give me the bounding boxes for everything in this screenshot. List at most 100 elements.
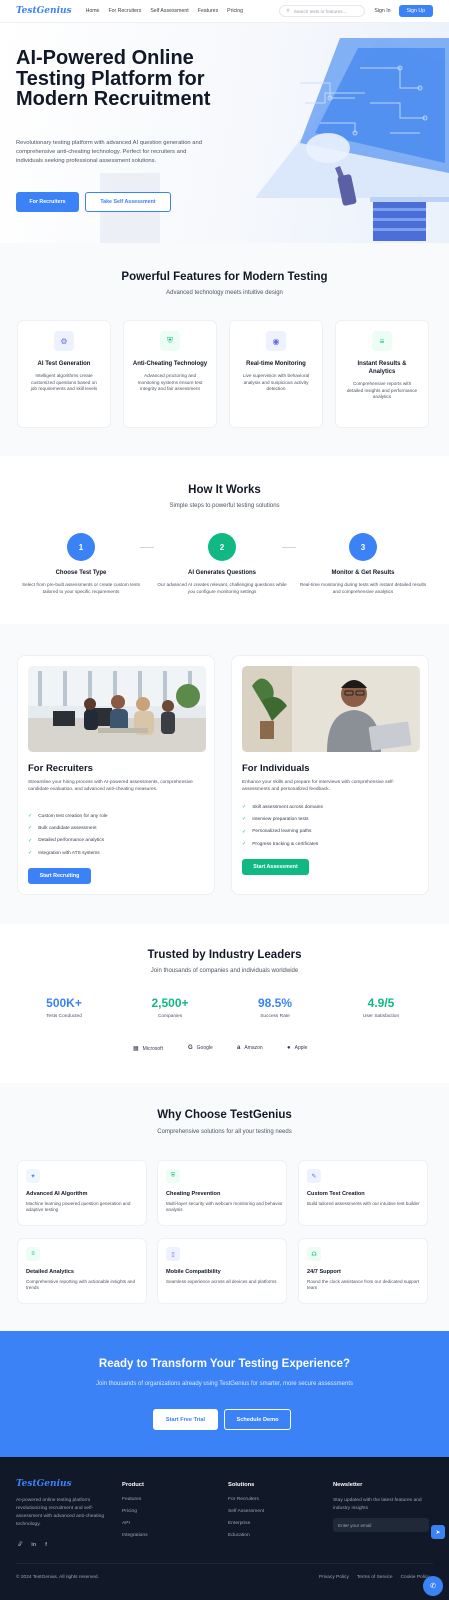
- copyright: © 2024 TestGenius. All rights reserved.: [16, 1575, 99, 1580]
- chart-icon: ≡: [372, 331, 392, 351]
- google-icon: G: [188, 1045, 193, 1051]
- how-title: How It Works: [188, 484, 261, 496]
- start-assessment-button[interactable]: Start Assessment: [242, 859, 309, 875]
- shield-icon: ⛨: [160, 331, 180, 351]
- step-description: Real-time monitoring during tests with i…: [299, 582, 427, 594]
- gear-icon: ⚙: [54, 331, 74, 351]
- chat-widget-button[interactable]: ✆: [423, 1576, 443, 1596]
- stat-label: User Satisfaction: [362, 1014, 400, 1019]
- hero-description: Revolutionary testing platform with adva…: [16, 140, 202, 164]
- recruiters-title: For Recruiters: [28, 763, 93, 774]
- microsoft-icon: ▦: [133, 1046, 139, 1052]
- stat-item: 500K+ Tests Conducted: [14, 996, 114, 1019]
- footer-link[interactable]: Education: [228, 1533, 264, 1545]
- nav-link-features[interactable]: Features: [198, 8, 218, 14]
- brand-label: Amazon: [244, 1045, 263, 1051]
- list-item: ✓ Integration with ATS systems: [28, 847, 108, 859]
- stat-item: 4.9/5 User Satisfaction: [331, 996, 431, 1019]
- pen-icon: ✎: [307, 1169, 321, 1183]
- brain-icon: ✦: [26, 1169, 40, 1183]
- facebook-icon[interactable]: f: [45, 1542, 47, 1549]
- nav-link-home[interactable]: Home: [86, 8, 100, 14]
- brand-microsoft: ▦ Microsoft: [133, 1045, 163, 1053]
- why-card: ✎ Custom Test Creation Build tailored asse…: [298, 1160, 428, 1226]
- newsletter-submit-button[interactable]: ➤: [431, 1525, 445, 1539]
- step-title: AI Generates Questions: [187, 570, 257, 576]
- feature-description: Live supervision with behavioral analysi…: [242, 373, 310, 391]
- logo[interactable]: TestGenius: [16, 6, 72, 16]
- search-icon: ⚲: [286, 8, 290, 13]
- brand-apple: ● Apple: [287, 1045, 307, 1051]
- feature-description: Comprehensive reports with detailed insi…: [346, 381, 418, 399]
- why-card-description: Build tailored assessments with our intu…: [307, 1201, 420, 1206]
- twitter-icon[interactable]: 𝒯: [18, 1542, 22, 1549]
- step-number: 1: [67, 533, 95, 561]
- hero-title: AI-Powered Online Testing Platform for M…: [16, 47, 211, 110]
- footer-about: AI-powered online testing platform revol…: [16, 1498, 105, 1527]
- nav-link-self-assessment[interactable]: Self Assessment: [150, 8, 188, 14]
- footer-link[interactable]: Integrations: [122, 1533, 148, 1545]
- recruiters-image: [28, 666, 206, 752]
- search-input[interactable]: ⚲ Search tests or features...: [279, 5, 366, 17]
- stat-value: 4.9/5: [367, 996, 395, 1010]
- list-item-label: Personalized learning paths: [252, 829, 312, 835]
- linkedin-icon[interactable]: in: [31, 1542, 36, 1549]
- list-item: ✓ Bulk candidate assessment: [28, 822, 108, 834]
- list-item-label: Custom test creation for any role: [38, 813, 108, 819]
- why-subtitle: Comprehensive solutions for all your tes…: [157, 1129, 292, 1135]
- footer-link[interactable]: Pricing: [122, 1509, 148, 1521]
- check-icon: ✓: [28, 813, 33, 820]
- nav-link-recruiters[interactable]: For Recruiters: [108, 8, 141, 14]
- why-card: ▯ Mobile Compatibility Seamless experience…: [157, 1238, 287, 1304]
- start-recruiting-button[interactable]: Start Recruiting: [28, 868, 91, 884]
- footer-link[interactable]: Features: [122, 1497, 148, 1509]
- nav-links: Home For Recruiters Self Assessment Feat…: [86, 8, 243, 14]
- why-card-title: 24/7 Support: [307, 1269, 341, 1275]
- why-card-description: Comprehensive reporting with actionable …: [26, 1279, 136, 1291]
- feature-card: ◉ Real-time Monitoring Live supervision wi…: [229, 320, 323, 428]
- solutions-heading: Solutions: [228, 1482, 255, 1488]
- feature-title: Real-time Monitoring: [246, 361, 306, 367]
- feature-card: ⛨ Anti-Cheating Technology Advanced procto…: [123, 320, 217, 428]
- start-trial-button[interactable]: Start Free Trial: [153, 1409, 218, 1430]
- trusted-subtitle: Join thousands of companies and individu…: [150, 968, 299, 974]
- brand-google: G Google: [188, 1045, 213, 1051]
- for-recruiters-button[interactable]: For Recruiters: [16, 192, 79, 212]
- step-number: 2: [208, 533, 236, 561]
- footer-divider: [16, 1563, 433, 1564]
- features-subtitle: Advanced technology meets intuitive desi…: [166, 290, 283, 296]
- stat-value: 2,500+: [151, 996, 189, 1010]
- privacy-link[interactable]: Privacy Policy: [319, 1575, 349, 1580]
- mobile-icon: ▯: [166, 1247, 180, 1261]
- how-subtitle: Simple steps to powerful testing solutio…: [169, 503, 280, 509]
- social-icons: 𝒯 in f: [18, 1542, 47, 1549]
- footer-link[interactable]: For Recruiters: [228, 1497, 264, 1509]
- footer-link[interactable]: API: [122, 1521, 148, 1533]
- step-item: 1 Choose Test Type Select from pre-built a…: [16, 533, 146, 595]
- self-assessment-button[interactable]: Take Self Assessment: [85, 192, 171, 212]
- brand-label: Google: [196, 1045, 213, 1051]
- nav-link-pricing[interactable]: Pricing: [227, 8, 243, 14]
- check-icon: ✓: [242, 841, 247, 848]
- schedule-demo-button[interactable]: Schedule Demo: [224, 1409, 291, 1430]
- footer-link[interactable]: Enterprise: [228, 1521, 264, 1533]
- why-card-title: Mobile Compatibility: [166, 1269, 221, 1275]
- check-icon: ✓: [242, 828, 247, 835]
- newsletter-description: Stay updated with the latest features an…: [333, 1498, 422, 1511]
- feature-description: Intelligent algorithms create customized…: [30, 373, 98, 391]
- newsletter-email-input[interactable]: Enter your email: [333, 1518, 429, 1532]
- check-icon: ✓: [242, 816, 247, 823]
- footer-link[interactable]: Self Assessment: [228, 1509, 264, 1521]
- stat-value: 500K+: [46, 996, 82, 1010]
- stat-label: Companies: [157, 1014, 183, 1019]
- step-title: Choose Test Type: [55, 570, 107, 576]
- stat-item: 2,500+ Companies: [120, 996, 220, 1019]
- sign-in-link[interactable]: Sign In: [374, 8, 390, 14]
- individuals-title: For Individuals: [242, 763, 310, 774]
- terms-link[interactable]: Terms of Service: [357, 1575, 393, 1580]
- feature-card: ⚙ AI Test Generation Intelligent algorithm…: [17, 320, 111, 428]
- footer-logo[interactable]: TestGenius: [16, 1479, 72, 1489]
- why-card-title: Custom Test Creation: [307, 1191, 365, 1197]
- recruiters-card: For Recruiters Streamline your hiring pr…: [17, 655, 215, 895]
- sign-up-button[interactable]: Sign Up: [398, 5, 433, 17]
